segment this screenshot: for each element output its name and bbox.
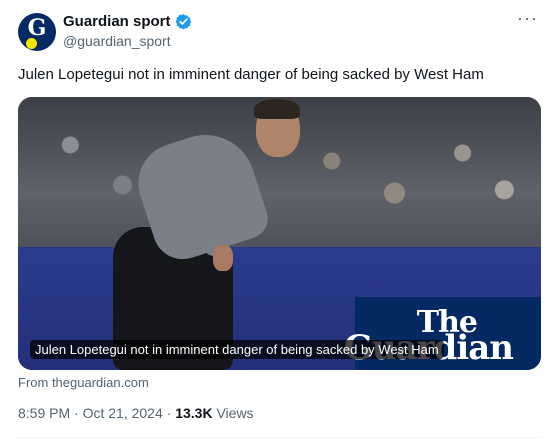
link-card-image[interactable]: The Guardian Julen Lopetegui not in immi… xyxy=(18,97,541,370)
figure-hair xyxy=(254,99,300,119)
more-options-icon[interactable]: ··· xyxy=(517,8,538,29)
handle[interactable]: @guardian_sport xyxy=(63,33,171,49)
views-count: 13.3K xyxy=(175,405,213,421)
card-caption: Julen Lopetegui not in imminent danger o… xyxy=(30,340,444,359)
card-source-link[interactable]: From theguardian.com xyxy=(18,375,149,390)
tweet: G Guardian sport @guardian_sport ··· Jul… xyxy=(0,0,558,446)
tweet-date[interactable]: Oct 21, 2024 xyxy=(83,405,163,421)
tweet-text: Julen Lopetegui not in imminent danger o… xyxy=(18,66,484,83)
avatar-letter: G xyxy=(27,15,47,41)
views-label: Views xyxy=(216,405,254,421)
meta-separator-2: · xyxy=(162,405,176,421)
display-name[interactable]: Guardian sport xyxy=(63,13,171,30)
divider xyxy=(18,437,540,438)
guardian-logo: The Guardian xyxy=(344,297,541,370)
avatar-ball-icon xyxy=(26,38,37,49)
tweet-meta: 8:59 PM · Oct 21, 2024 · 13.3K Views xyxy=(18,405,254,421)
avatar[interactable]: G xyxy=(18,13,56,51)
tweet-time[interactable]: 8:59 PM xyxy=(18,405,70,421)
verified-badge-icon xyxy=(175,14,191,30)
meta-separator: · xyxy=(70,405,83,421)
name-row: Guardian sport xyxy=(63,13,192,30)
figure-hand xyxy=(213,245,233,271)
